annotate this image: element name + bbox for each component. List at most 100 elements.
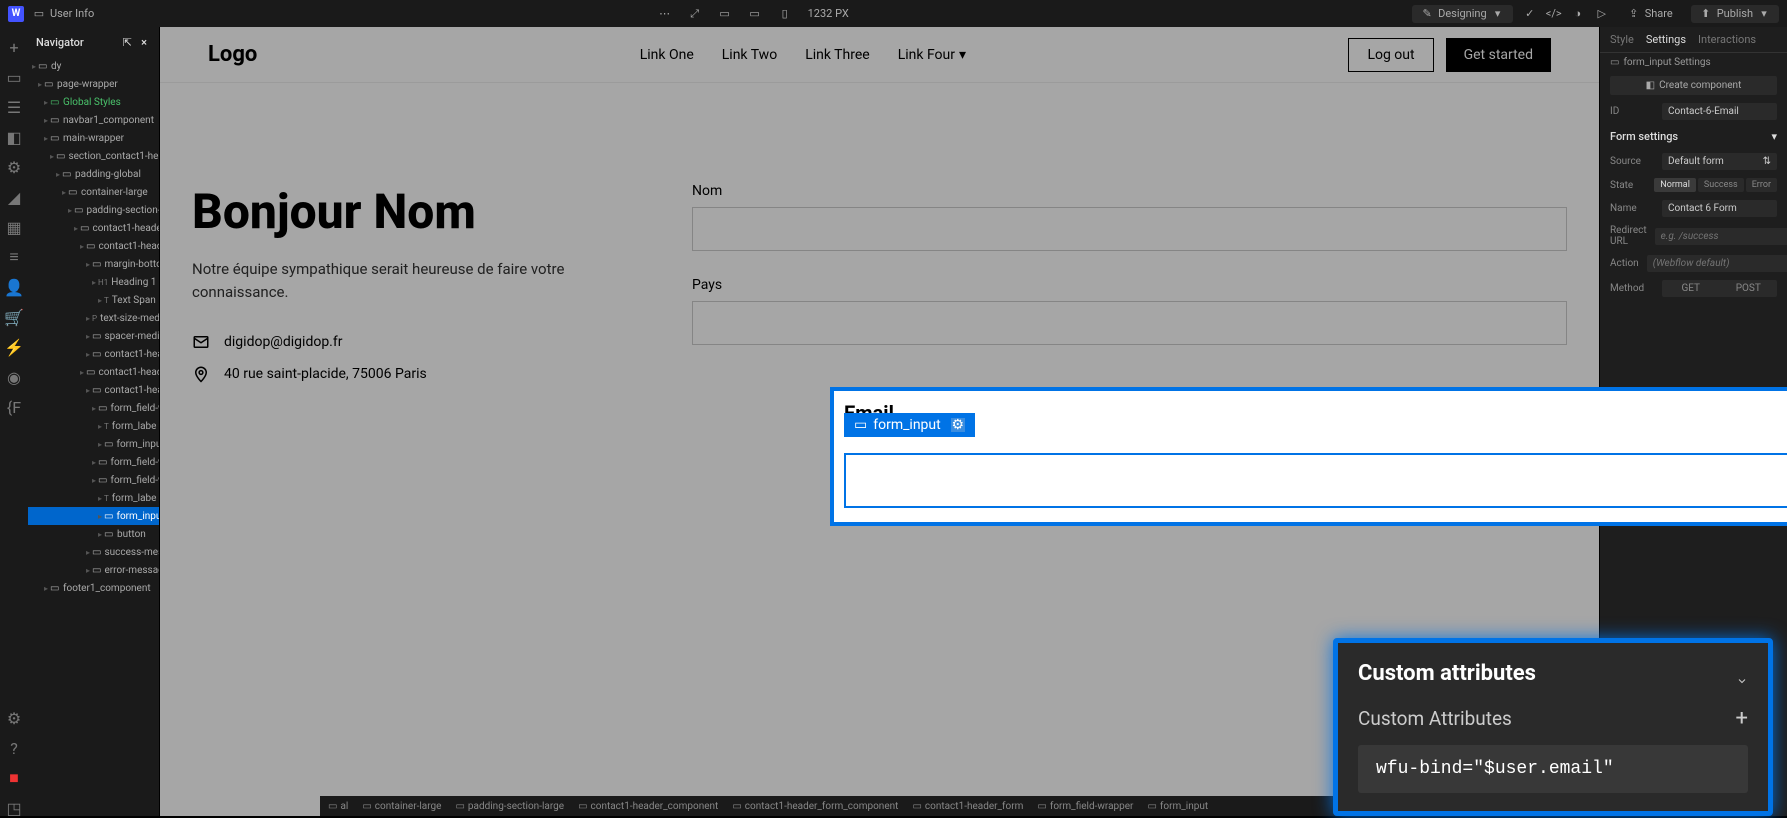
cms-icon[interactable]: ≡: [6, 249, 22, 265]
pin-icon[interactable]: ⇱: [120, 35, 134, 49]
breadcrumb-item[interactable]: ▭ contact1-header_form: [912, 801, 1023, 812]
method-post[interactable]: POST: [1720, 280, 1778, 297]
tree-item[interactable]: ▸▭margin-botton: [28, 255, 159, 273]
users-icon[interactable]: 👤: [6, 279, 22, 295]
check-icon[interactable]: ✓: [1523, 7, 1537, 21]
nav-link[interactable]: Link Three: [805, 47, 870, 63]
state-success[interactable]: Success: [1698, 178, 1744, 192]
breadcrumb-item[interactable]: ▭ padding-section-large: [455, 801, 564, 812]
page-indicator[interactable]: ▭ User Info: [32, 7, 94, 21]
close-icon[interactable]: ×: [137, 35, 151, 49]
tree-item[interactable]: ▸▭main-wrapper: [28, 129, 159, 147]
ecommerce-icon[interactable]: 🛒: [6, 309, 22, 325]
desktop-icon[interactable]: ▭: [718, 7, 732, 21]
selection-tag[interactable]: ▭ form_input ⚙: [844, 413, 975, 437]
input-pays[interactable]: [692, 301, 1567, 345]
comment-icon[interactable]: ◑: [1571, 7, 1585, 21]
find-icon[interactable]: {F: [6, 399, 22, 415]
redirect-input[interactable]: [1655, 228, 1787, 245]
tree-item[interactable]: ▸▭padding-global: [28, 165, 159, 183]
tree-item[interactable]: ▸▭form_field-w: [28, 453, 159, 471]
tree-item[interactable]: ▸H1Heading 1: [28, 273, 159, 291]
nav-link[interactable]: Link Four▾: [898, 47, 966, 63]
assets-icon[interactable]: ▦: [6, 219, 22, 235]
video-icon[interactable]: ■: [6, 770, 22, 786]
styles-icon[interactable]: ◢: [6, 189, 22, 205]
code-icon[interactable]: </>: [1547, 7, 1561, 21]
tree-item[interactable]: ▸▭Global Styles: [28, 93, 159, 111]
apps-icon[interactable]: ◉: [6, 369, 22, 385]
gear-icon[interactable]: ⚙: [951, 418, 965, 432]
breadcrumb-item[interactable]: ▭ container-large: [362, 801, 441, 812]
tree-item[interactable]: ▸▭section_contact1-header: [28, 147, 159, 165]
tree-item[interactable]: ▸▭padding-section-larg: [28, 201, 159, 219]
tree-item[interactable]: ▸Tform_labe: [28, 417, 159, 435]
input-nom[interactable]: [692, 207, 1567, 251]
chevron-down-icon[interactable]: ▾: [1771, 130, 1777, 143]
pages-icon[interactable]: ▭: [6, 69, 22, 85]
breadcrumb-item[interactable]: ▭ form_field-wrapper: [1037, 801, 1133, 812]
tree-item[interactable]: ▸▭footer1_component: [28, 579, 159, 597]
tree-item[interactable]: ▸▭contact1-head: [28, 345, 159, 363]
tree-item[interactable]: ▸▭contact1-header_c: [28, 219, 159, 237]
tree-item[interactable]: ▸▭contact1-head: [28, 381, 159, 399]
components-icon[interactable]: ◧: [6, 129, 22, 145]
tablet-icon[interactable]: ▭: [748, 7, 762, 21]
tab-style[interactable]: Style: [1610, 33, 1634, 46]
id-value[interactable]: Contact-6-Email: [1662, 103, 1777, 120]
state-normal[interactable]: Normal: [1654, 178, 1696, 192]
logic-icon[interactable]: ⚡: [6, 339, 22, 355]
tree-item[interactable]: ▸▭form_inpu: [28, 435, 159, 453]
method-get[interactable]: GET: [1662, 280, 1720, 297]
tree-item[interactable]: ▸▭contact1-header: [28, 363, 159, 381]
nav-link[interactable]: Link One: [640, 47, 694, 63]
settings-icon[interactable]: ⚙: [6, 710, 22, 726]
name-value[interactable]: Contact 6 Form: [1662, 200, 1777, 217]
nav-link[interactable]: Link Two: [722, 47, 777, 63]
tree-item[interactable]: ▸▭error-message: [28, 561, 159, 579]
more-icon[interactable]: ⋯: [658, 7, 672, 21]
tree-item[interactable]: ▸▭form_inpu: [28, 507, 159, 525]
webflow-logo-icon[interactable]: W: [8, 6, 24, 22]
nav-icon[interactable]: ☰: [6, 99, 22, 115]
tree-item[interactable]: ▸▭success-mess: [28, 543, 159, 561]
tab-interactions[interactable]: Interactions: [1698, 33, 1756, 46]
mode-dropdown[interactable]: ✎ Designing ▾: [1412, 5, 1513, 23]
audit-icon[interactable]: ◳: [6, 800, 22, 816]
breadcrumb-item[interactable]: ▭ contact1-header_form_component: [732, 801, 898, 812]
input-email[interactable]: [844, 453, 1787, 508]
mobile-icon[interactable]: ▯: [778, 7, 792, 21]
tree-item[interactable]: ▸▭container-large: [28, 183, 159, 201]
tree-item[interactable]: ▸TText Span: [28, 291, 159, 309]
tree-item[interactable]: ▸Ptext-size-med: [28, 309, 159, 327]
state-error[interactable]: Error: [1746, 178, 1777, 192]
tree-item[interactable]: ▸▭dy: [28, 57, 159, 75]
logout-button[interactable]: Log out: [1348, 38, 1433, 72]
tree-item[interactable]: ▸▭contact1-header: [28, 237, 159, 255]
play-icon[interactable]: ▷: [1595, 7, 1609, 21]
add-icon[interactable]: +: [6, 39, 22, 55]
variables-icon[interactable]: ⚙: [6, 159, 22, 175]
tree-item[interactable]: ▸▭page-wrapper: [28, 75, 159, 93]
add-attribute-button[interactable]: +: [1736, 706, 1748, 731]
get-started-button[interactable]: Get started: [1446, 38, 1551, 72]
tree-item[interactable]: ▸▭form_field-w: [28, 471, 159, 489]
tree-item[interactable]: ▸▭form_field-w: [28, 399, 159, 417]
breadcrumb-item[interactable]: ▭ al: [328, 801, 348, 812]
action-input[interactable]: [1647, 255, 1787, 272]
share-button[interactable]: ⇪ Share: [1619, 5, 1681, 23]
breadcrumb-item[interactable]: ▭ contact1-header_component: [578, 801, 718, 812]
tree-item[interactable]: ▸▭spacer-mediu: [28, 327, 159, 345]
attribute-value[interactable]: wfu-bind="$user.email": [1358, 745, 1748, 793]
breadcrumb-item[interactable]: ▭ form_input: [1147, 801, 1208, 812]
help-icon[interactable]: ?: [6, 740, 22, 756]
source-select[interactable]: Default form ⇅: [1662, 153, 1777, 170]
create-component-button[interactable]: ◧ Create component: [1610, 76, 1777, 95]
breakpoint-add-icon[interactable]: ⤢: [688, 7, 702, 21]
chevron-down-icon[interactable]: [1736, 668, 1748, 680]
tab-settings[interactable]: Settings: [1646, 33, 1686, 46]
tree-item[interactable]: ▸▭button: [28, 525, 159, 543]
tree-item[interactable]: ▸▭navbar1_component: [28, 111, 159, 129]
tree-item[interactable]: ▸Tform_labe: [28, 489, 159, 507]
publish-button[interactable]: ⬆ Publish ▾: [1691, 5, 1779, 23]
